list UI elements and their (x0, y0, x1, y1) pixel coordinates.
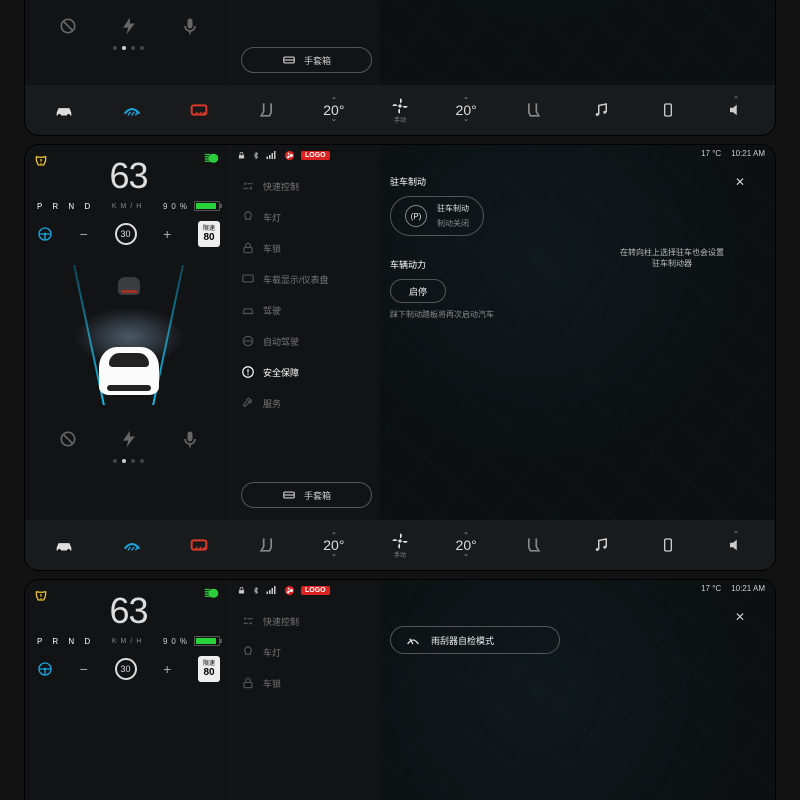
glovebox-button[interactable]: 手套箱 (241, 482, 372, 508)
defrost-front-icon[interactable] (121, 534, 143, 556)
steering-wheel-icon (37, 661, 53, 677)
music-icon[interactable] (590, 99, 612, 121)
power-toggle-button[interactable]: 启停 (390, 279, 446, 303)
gear-indicator: P R N D (37, 202, 94, 211)
cruise-minus-button[interactable]: − (77, 661, 91, 677)
fan-control[interactable]: 手动 (390, 96, 410, 124)
bottom-bar: ⌃20°⌄ 手动 ⌃20°⌄ ⌃ (25, 85, 775, 135)
ego-vehicle-icon (99, 347, 159, 395)
dashcam-icon[interactable] (58, 429, 78, 449)
mic-icon[interactable] (180, 429, 200, 449)
page-dots (37, 46, 220, 50)
outside-temp: 17 °C (701, 149, 721, 158)
battery-indicator: 90% (163, 201, 220, 211)
phone-icon[interactable] (657, 534, 679, 556)
cruise-minus-button[interactable]: − (77, 226, 91, 242)
bluetooth-icon[interactable] (252, 585, 260, 596)
music-icon[interactable] (590, 534, 612, 556)
parking-brake-toggle[interactable]: (P) 驻车制动制动关闭 (390, 196, 484, 236)
cruise-ring[interactable]: 30 (115, 223, 137, 245)
signal-icon (266, 585, 278, 595)
volume-icon[interactable]: ⌃ (725, 534, 747, 556)
temp-right[interactable]: ⌃20°⌄ (456, 99, 477, 121)
defrost-rear-icon[interactable] (188, 534, 210, 556)
bolt-icon[interactable] (119, 429, 139, 449)
lock-icon[interactable] (237, 585, 246, 596)
menu-lights[interactable]: 车灯 (241, 208, 372, 226)
steering-wheel-icon (37, 226, 53, 242)
menu-quick-controls[interactable]: 快速控制 (241, 177, 372, 195)
cruise-plus-button[interactable]: + (160, 661, 174, 677)
car-icon[interactable] (53, 99, 75, 121)
menu-lights[interactable]: 车灯 (241, 643, 372, 661)
temp-left[interactable]: ⌃20°⌄ (323, 534, 344, 556)
menu-locks[interactable]: 车锁 (241, 239, 372, 257)
road-visualization (37, 255, 220, 425)
speed-value: 63 (109, 155, 147, 197)
glovebox-button[interactable]: 手套箱 (241, 47, 372, 73)
bolt-icon[interactable] (119, 16, 139, 36)
cruise-ring[interactable]: 30 (115, 658, 137, 680)
dashcam-icon[interactable] (58, 16, 78, 36)
drive-cluster: 63 P R N D KM/H 90% − 30 + 限速80 (25, 145, 230, 520)
bottom-bar: ⌃20°⌄ 手动 ⌃20°⌄ ⌃ (25, 520, 775, 570)
power-hint: 踩下制动踏板将再次启动汽车 (390, 309, 745, 320)
fan-control[interactable]: 手动 (390, 531, 410, 559)
seat-right-icon[interactable] (522, 534, 544, 556)
lock-icon[interactable] (237, 150, 246, 161)
close-icon[interactable]: ✕ (735, 610, 745, 624)
screen-panel-1: 手套箱 ⌃20°⌄ 手动 ⌃20°⌄ ⌃ (25, 0, 775, 135)
bluetooth-icon[interactable] (252, 150, 260, 161)
screen-panel-2: 63 P R N D KM/H 90% − 30 + 限速80 (25, 145, 775, 570)
status-right: 17 °C 10:21 AM (701, 149, 765, 158)
car-icon[interactable] (53, 534, 75, 556)
safety-panel: ✕ 驻车制动 (P) 驻车制动制动关闭 在转向柱上选择驻车也会设置驻车制动器 车… (390, 175, 745, 320)
signal-icon (266, 150, 278, 160)
tpms-warning-icon (33, 588, 49, 604)
lead-vehicle-icon (118, 277, 140, 295)
page-dots (37, 459, 220, 463)
parking-brake-hint: 在转向柱上选择驻车也会设置驻车制动器 (617, 247, 727, 269)
logo-badge: LOGO (301, 151, 330, 160)
cruise-plus-button[interactable]: + (160, 226, 174, 242)
headlight-icon (204, 153, 222, 167)
menu-autopilot[interactable]: 自动驾驶 (241, 332, 372, 350)
wiper-panel: ✕ 雨刮器自检模式 (390, 610, 745, 654)
defrost-front-icon[interactable] (121, 99, 143, 121)
temp-left[interactable]: ⌃20°⌄ (323, 99, 344, 121)
headlight-icon (204, 588, 222, 602)
section-parking-brake-title: 驻车制动 (390, 175, 745, 188)
glovebox-label: 手套箱 (304, 54, 331, 67)
speed-unit: KM/H (112, 203, 146, 210)
volume-icon[interactable]: ⌃ (725, 99, 747, 121)
mic-icon[interactable] (180, 16, 200, 36)
seat-left-icon[interactable] (256, 99, 278, 121)
clock: 10:21 AM (731, 149, 765, 158)
temp-right[interactable]: ⌃20°⌄ (456, 534, 477, 556)
menu-locks[interactable]: 车锁 (241, 674, 372, 692)
parking-p-icon: (P) (405, 205, 427, 227)
tpms-warning-icon (33, 153, 49, 169)
phone-icon[interactable] (657, 99, 679, 121)
defrost-rear-icon[interactable] (188, 99, 210, 121)
menu-driving[interactable]: 驾驶 (241, 301, 372, 319)
speed-value: 63 (109, 590, 147, 632)
screen-panel-3: 63 P R N D KM/H 90% − 30 + 限速80 (25, 580, 775, 800)
menu-quick-controls[interactable]: 快速控制 (241, 612, 372, 630)
speed-limit-sign: 限速80 (198, 221, 220, 247)
seat-right-icon[interactable] (522, 99, 544, 121)
close-icon[interactable]: ✕ (735, 175, 745, 189)
menu-service[interactable]: 服务 (241, 394, 372, 412)
seat-left-icon[interactable] (256, 534, 278, 556)
airbag-warning-icon (284, 150, 295, 161)
settings-menu: LOGO 快速控制 车灯 车锁 车载显示/仪表盘 驾驶 自动驾驶 安全保障 服务… (230, 145, 380, 520)
menu-display[interactable]: 车载显示/仪表盘 (241, 270, 372, 288)
wiper-selftest-button[interactable]: 雨刮器自检模式 (390, 626, 560, 654)
airbag-warning-icon (284, 585, 295, 596)
menu-safety[interactable]: 安全保障 (241, 363, 372, 381)
